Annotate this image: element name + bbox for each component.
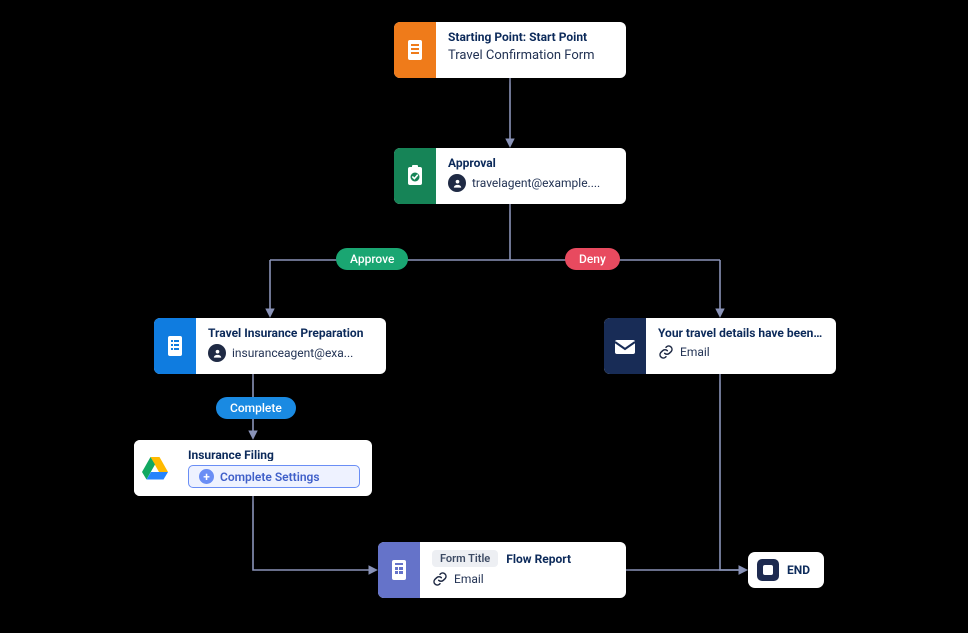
form-title-chip: Form Title [432,550,498,567]
end-node[interactable]: END [748,552,824,588]
envelope-icon [604,318,646,374]
link-icon [432,571,448,587]
form-icon [378,542,420,598]
travel-details-node[interactable]: Your travel details have been ... Email [604,318,836,374]
approval-assignee: travelagent@example.... [472,176,600,190]
start-subtitle: Travel Confirmation Form [448,48,614,63]
start-title: Starting Point: Start Point [448,30,614,44]
travel-details-title: Your travel details have been ... [658,326,824,340]
insurance-prep-assignee: insuranceagent@exa... [232,346,353,360]
stop-icon [757,559,779,581]
insurance-prep-node[interactable]: Travel Insurance Preparation insuranceag… [154,318,386,374]
insurance-prep-title: Travel Insurance Preparation [208,326,374,340]
flow-report-label: Flow Report [506,552,571,566]
link-icon [658,344,674,360]
end-label: END [787,563,810,577]
travel-details-channel: Email [680,345,710,359]
google-drive-icon [134,440,176,496]
insurance-filing-title: Insurance Filing [188,448,360,461]
approval-icon [394,148,436,204]
approval-title: Approval [448,156,614,170]
complete-settings-label: Complete Settings [220,470,320,484]
form-report-channel: Email [454,572,484,586]
start-node[interactable]: Starting Point: Start Point Travel Confi… [394,22,626,78]
complete-settings-button[interactable]: + Complete Settings [188,465,360,488]
checklist-icon [154,318,196,374]
plus-icon: + [199,469,214,484]
insurance-filing-node[interactable]: Insurance Filing + Complete Settings [134,440,372,496]
form-report-node[interactable]: Form Title Flow Report Email [378,542,626,598]
approval-node[interactable]: Approval travelagent@example.... [394,148,626,204]
flow-connectors [0,0,968,633]
user-icon [448,174,466,192]
approve-edge-label: Approve [336,248,408,270]
deny-edge-label: Deny [565,248,620,270]
document-icon [394,22,436,78]
user-icon [208,344,226,362]
complete-edge-label: Complete [216,397,296,419]
